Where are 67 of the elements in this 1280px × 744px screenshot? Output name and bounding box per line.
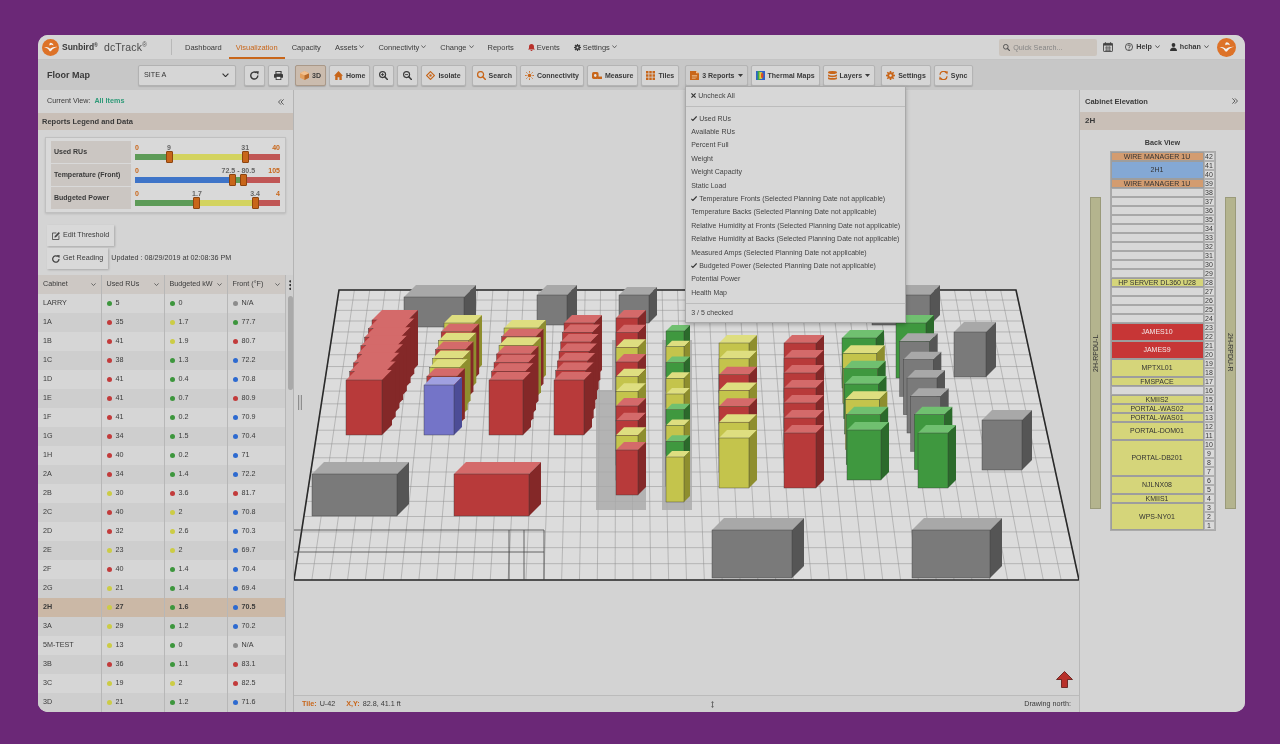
chevron-down-icon	[611, 45, 617, 49]
heatmap-icon	[755, 70, 765, 80]
caret-down-icon	[737, 73, 743, 77]
check-icon	[691, 196, 698, 202]
double-chevron-right-icon[interactable]	[1232, 98, 1238, 104]
slider-thumb[interactable]	[241, 151, 249, 163]
chevron-down-icon[interactable]	[90, 282, 96, 287]
chevron-down-icon[interactable]	[274, 282, 280, 287]
double-chevron-left-icon[interactable]	[278, 98, 284, 105]
slider-thumb[interactable]	[240, 174, 248, 186]
gear-icon	[886, 70, 896, 80]
refresh-icon	[52, 254, 60, 263]
brand-name: Sunbird$^{®}$	[62, 41, 98, 53]
page-title: Floor Map	[47, 69, 91, 81]
drag-handle-icon[interactable]	[298, 395, 302, 410]
zoom-out-icon	[403, 70, 413, 80]
slider-track[interactable]	[135, 200, 280, 206]
slider-track[interactable]	[135, 177, 280, 183]
chevron-down-icon	[222, 72, 229, 78]
slider-thumb[interactable]	[251, 197, 259, 209]
refresh-button[interactable]	[244, 64, 265, 86]
caret-down-icon	[865, 73, 871, 77]
gear-icon	[573, 43, 581, 51]
check-icon	[691, 263, 698, 268]
sun-icon	[524, 70, 534, 80]
chevron-down-icon[interactable]	[153, 282, 159, 287]
up-down-arrow-icon[interactable]	[710, 700, 714, 708]
bell-icon	[527, 43, 535, 51]
chevron-down-icon[interactable]	[216, 282, 222, 287]
chevron-down-icon	[1154, 45, 1160, 49]
chevron-down-icon	[359, 45, 365, 49]
grid-icon	[646, 70, 656, 80]
slider-thumb[interactable]	[165, 151, 173, 163]
scrollbar-thumb[interactable]	[287, 296, 293, 390]
document-icon	[690, 70, 700, 80]
slider-thumb[interactable]	[193, 197, 201, 209]
tape-measure-icon	[591, 71, 602, 79]
printer-icon	[274, 70, 283, 80]
database-icon	[827, 70, 837, 80]
slider-track[interactable]	[135, 154, 280, 160]
bird-logo-icon[interactable]	[1217, 37, 1236, 57]
print-button[interactable]	[268, 64, 289, 86]
zoom-in-button[interactable]	[373, 64, 395, 86]
user-icon	[1169, 43, 1177, 51]
calendar-icon[interactable]	[1103, 42, 1114, 52]
edit-icon	[52, 231, 60, 240]
cube-icon	[300, 70, 309, 80]
chevron-down-icon	[1204, 45, 1209, 49]
slider-thumb[interactable]	[229, 174, 237, 186]
help-icon	[1125, 43, 1134, 51]
zoom-in-icon	[379, 70, 389, 80]
search-icon	[1003, 43, 1011, 51]
refresh-icon	[250, 70, 259, 80]
diamond-target-icon	[426, 70, 436, 80]
cabinet-name-bar: 2H	[1080, 112, 1245, 130]
search-icon	[476, 70, 486, 80]
check-icon	[691, 115, 698, 121]
bird-logo-icon[interactable]	[42, 38, 59, 56]
chevron-down-icon	[468, 45, 474, 49]
chevron-down-icon	[421, 45, 427, 49]
up-arrow-icon[interactable]	[1056, 671, 1073, 688]
sync-icon	[938, 70, 948, 80]
zoom-out-button[interactable]	[397, 64, 419, 86]
product-name: dcTrack$^{®}$	[103, 40, 148, 54]
house-icon	[333, 70, 343, 80]
kebab-menu-icon[interactable]	[288, 279, 292, 290]
x-mark-icon	[691, 92, 697, 98]
